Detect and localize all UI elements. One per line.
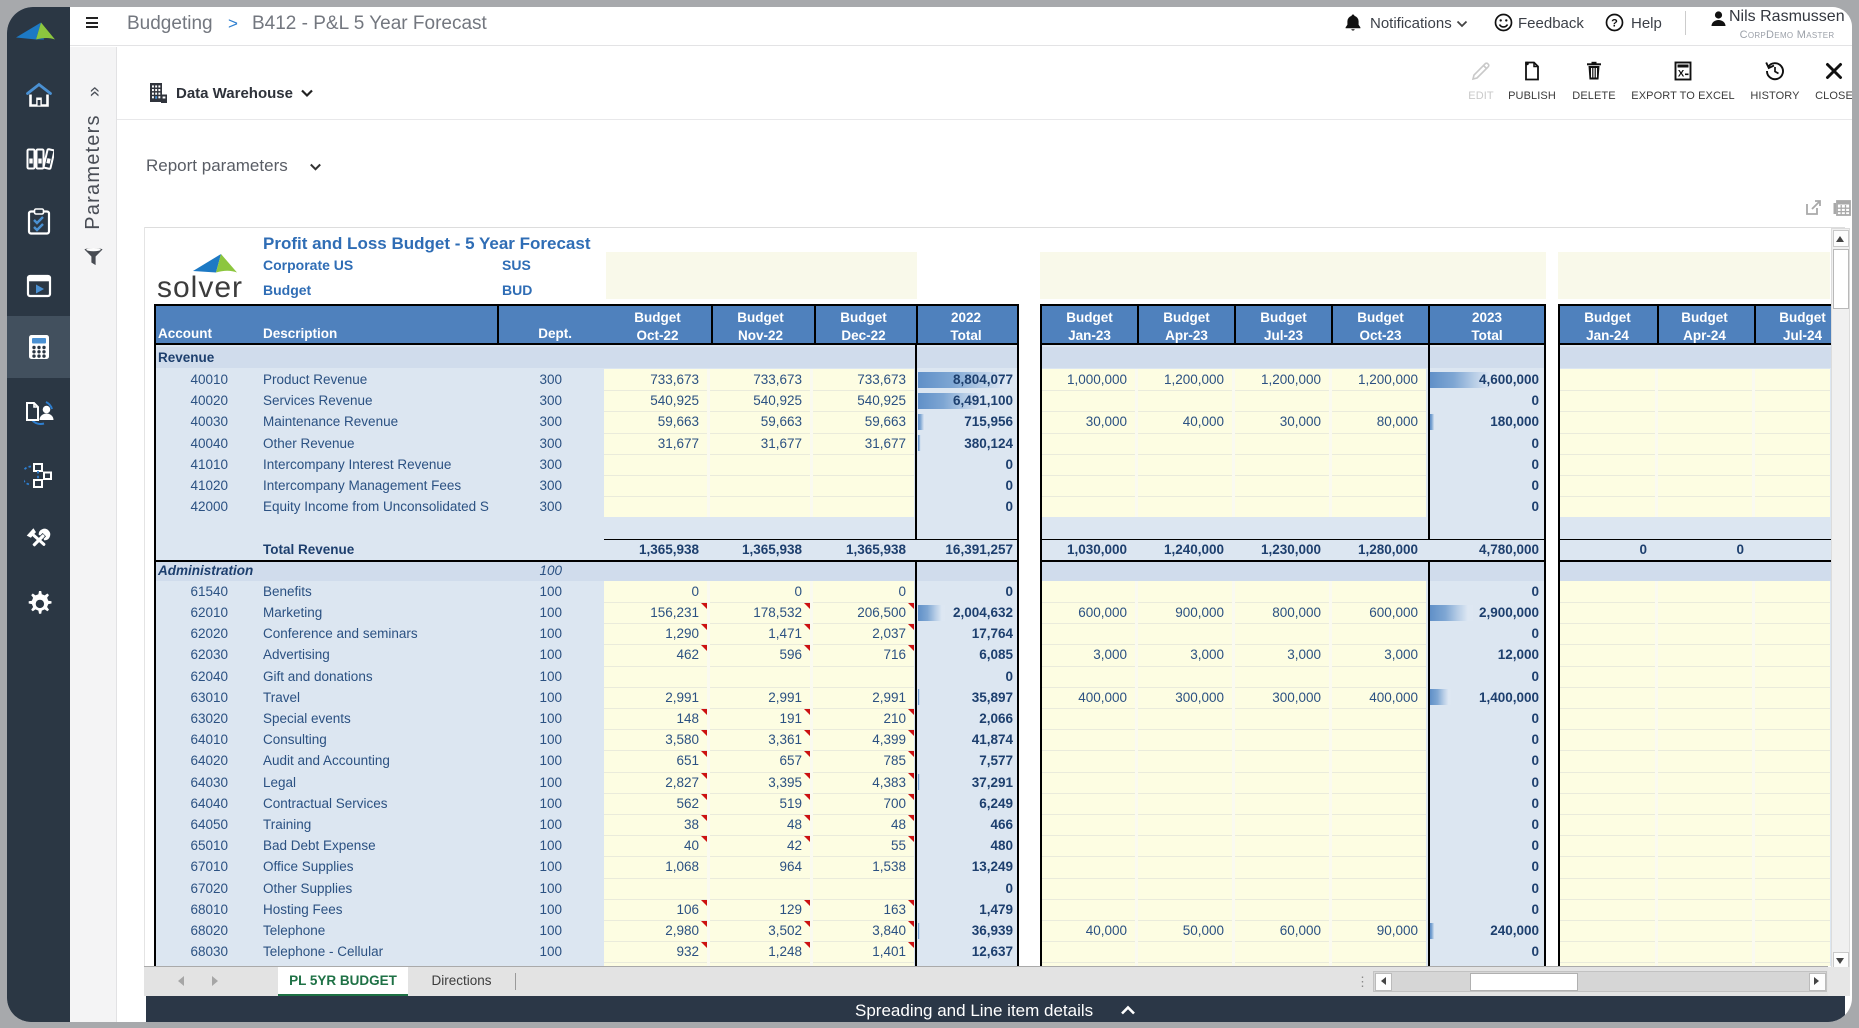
svg-text:X: X [1678, 69, 1685, 80]
svg-text:?: ? [1611, 17, 1618, 29]
